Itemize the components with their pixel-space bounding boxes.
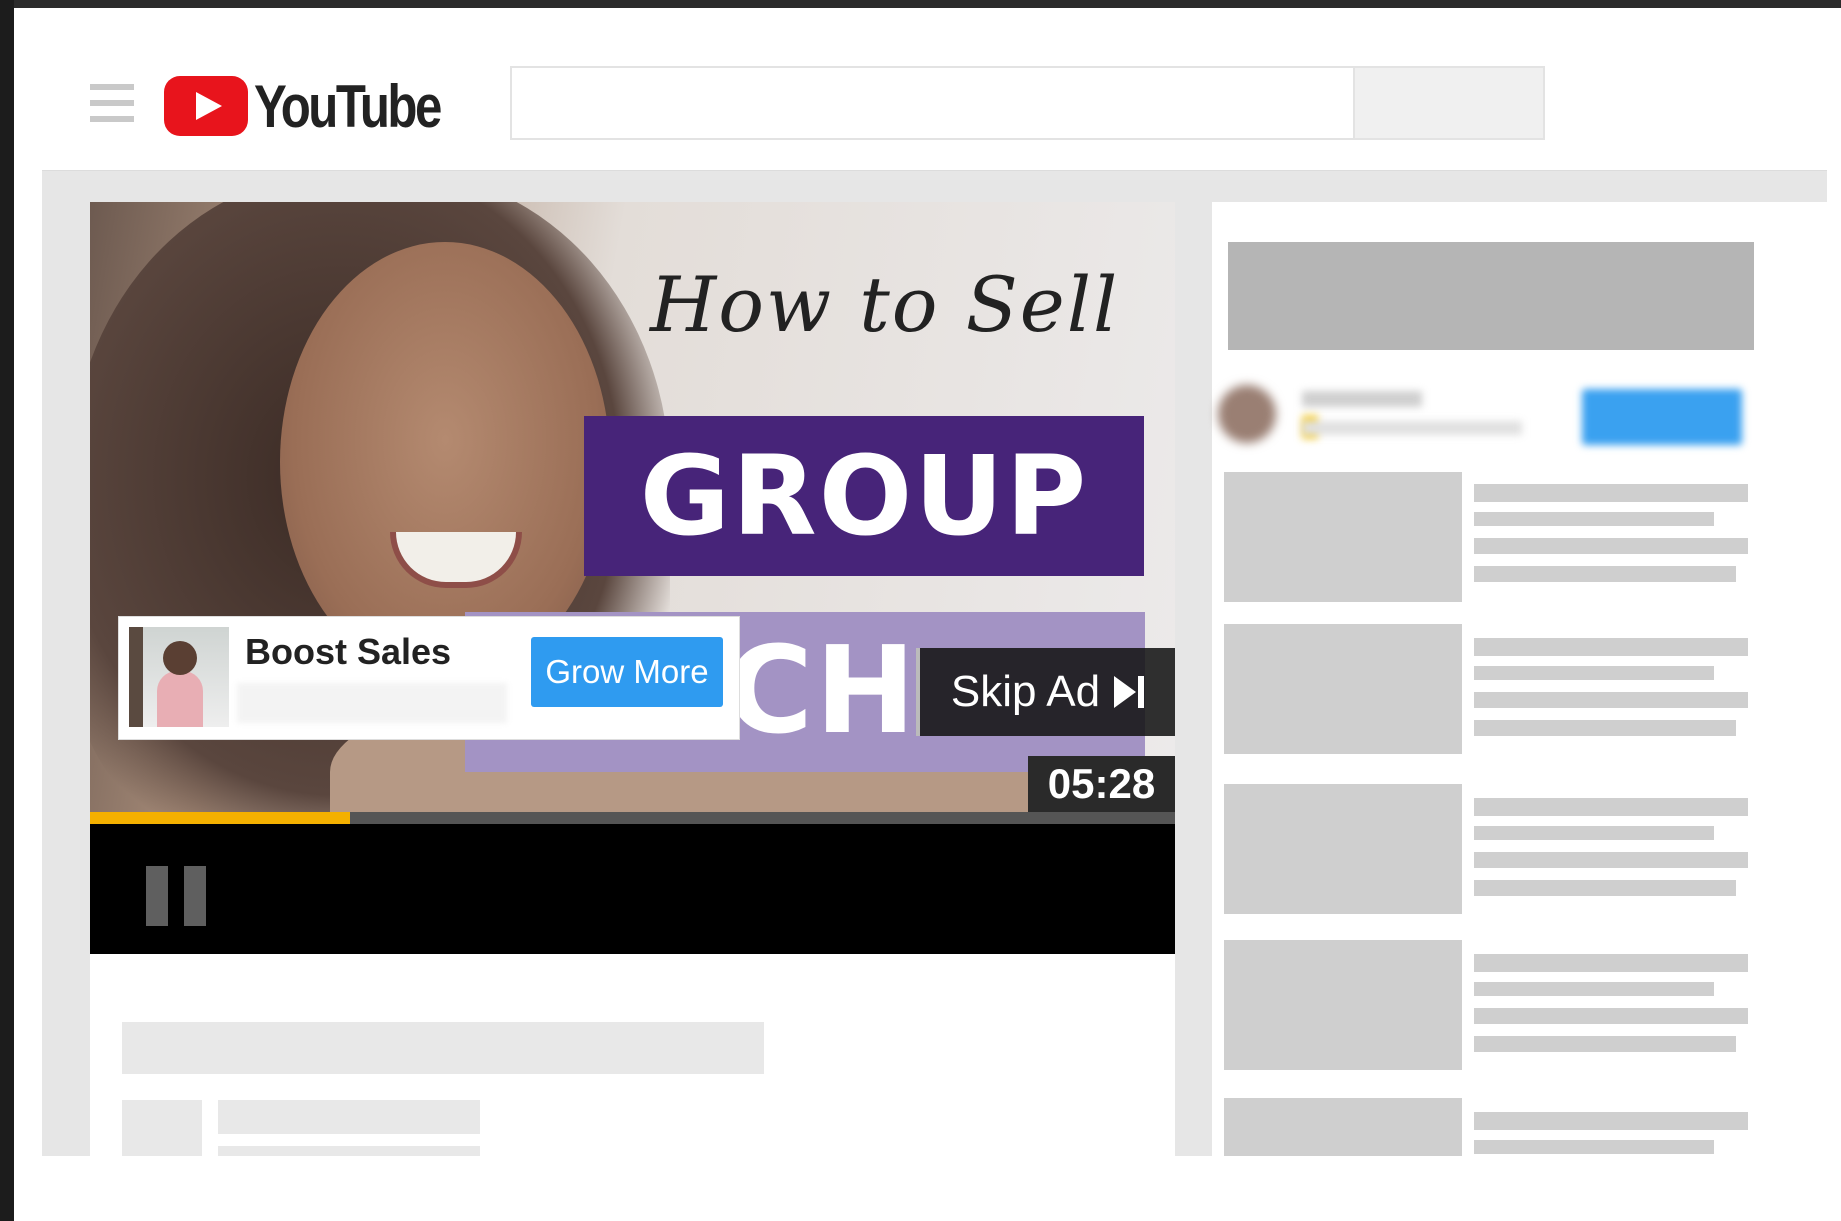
player-controls	[90, 824, 1175, 954]
ad-countdown: 05:28	[1028, 756, 1175, 812]
video-player[interactable]: How to Sell GROUP CH Boost Sales Grow Mo…	[90, 202, 1175, 812]
video-title-banner: GROUP	[584, 416, 1144, 576]
channel-avatar-blurred	[1218, 385, 1276, 443]
youtube-logo[interactable]: YouTube	[164, 72, 481, 140]
outer-left-frame	[0, 0, 14, 1221]
top-header: YouTube	[42, 40, 1827, 171]
recommended-line	[1474, 1036, 1736, 1052]
skip-ad-button[interactable]: Skip Ad	[916, 648, 1175, 736]
recommended-line	[1474, 798, 1748, 816]
recommended-thumbnail[interactable]	[1224, 624, 1462, 754]
recommended-line	[1474, 826, 1714, 840]
companion-ad-banner[interactable]	[1228, 242, 1754, 350]
youtube-logo-text: YouTube	[254, 72, 442, 140]
recommended-line	[1474, 692, 1748, 708]
recommended-line	[1474, 566, 1736, 582]
sidebar	[1212, 202, 1827, 1156]
companion-channel-row	[1212, 377, 1772, 457]
pause-icon[interactable]	[146, 866, 208, 926]
recommended-line	[1474, 852, 1748, 868]
channel-name-placeholder	[218, 1100, 480, 1134]
recommended-line	[1474, 720, 1736, 736]
ad-title: Boost Sales	[245, 631, 452, 672]
video-progress-fill	[90, 812, 351, 824]
recommended-line	[1474, 1112, 1748, 1130]
recommended-line	[1474, 484, 1748, 502]
ad-subtitle-blurred	[237, 683, 507, 723]
recommended-line	[1474, 538, 1748, 554]
search-button[interactable]	[1355, 66, 1545, 140]
video-progress-bar[interactable]	[90, 812, 1175, 824]
ad-overlay-card[interactable]: Boost Sales Grow More	[118, 616, 740, 740]
recommended-line	[1474, 666, 1714, 680]
channel-meta-placeholder	[218, 1146, 480, 1156]
recommended-line	[1474, 512, 1714, 526]
recommended-line	[1474, 954, 1748, 972]
recommended-thumbnail[interactable]	[1224, 784, 1462, 914]
ad-cta-button[interactable]: Grow More	[531, 637, 723, 707]
recommended-line	[1474, 880, 1736, 896]
skip-next-icon	[1114, 676, 1145, 708]
main-column: How to Sell GROUP CH Boost Sales Grow Mo…	[90, 202, 1175, 1156]
channel-title-blurred	[1302, 391, 1422, 407]
recommended-line	[1474, 638, 1748, 656]
hamburger-menu-icon[interactable]	[90, 84, 134, 122]
video-subtitle-text: CH	[725, 622, 918, 761]
channel-desc-blurred	[1302, 421, 1522, 435]
recommended-thumbnail[interactable]	[1224, 472, 1462, 602]
video-title-group: GROUP	[639, 432, 1089, 560]
video-title-script: How to Sell	[650, 260, 1120, 349]
youtube-page-mockup: YouTube How to Sell GROUP CH Boost Sales	[42, 40, 1827, 1156]
youtube-play-icon	[164, 76, 248, 136]
video-title-placeholder	[122, 1022, 764, 1074]
channel-avatar-placeholder	[122, 1100, 202, 1156]
recommended-line	[1474, 982, 1714, 996]
outer-top-frame	[0, 0, 1841, 8]
skip-ad-label: Skip Ad	[950, 667, 1101, 716]
recommended-thumbnail[interactable]	[1224, 1098, 1462, 1156]
recommended-line	[1474, 1008, 1748, 1024]
companion-cta-blurred[interactable]	[1582, 389, 1742, 445]
recommended-thumbnail[interactable]	[1224, 940, 1462, 1070]
recommended-line	[1474, 1140, 1714, 1154]
search-input[interactable]	[510, 66, 1355, 140]
ad-thumbnail[interactable]	[129, 627, 229, 727]
